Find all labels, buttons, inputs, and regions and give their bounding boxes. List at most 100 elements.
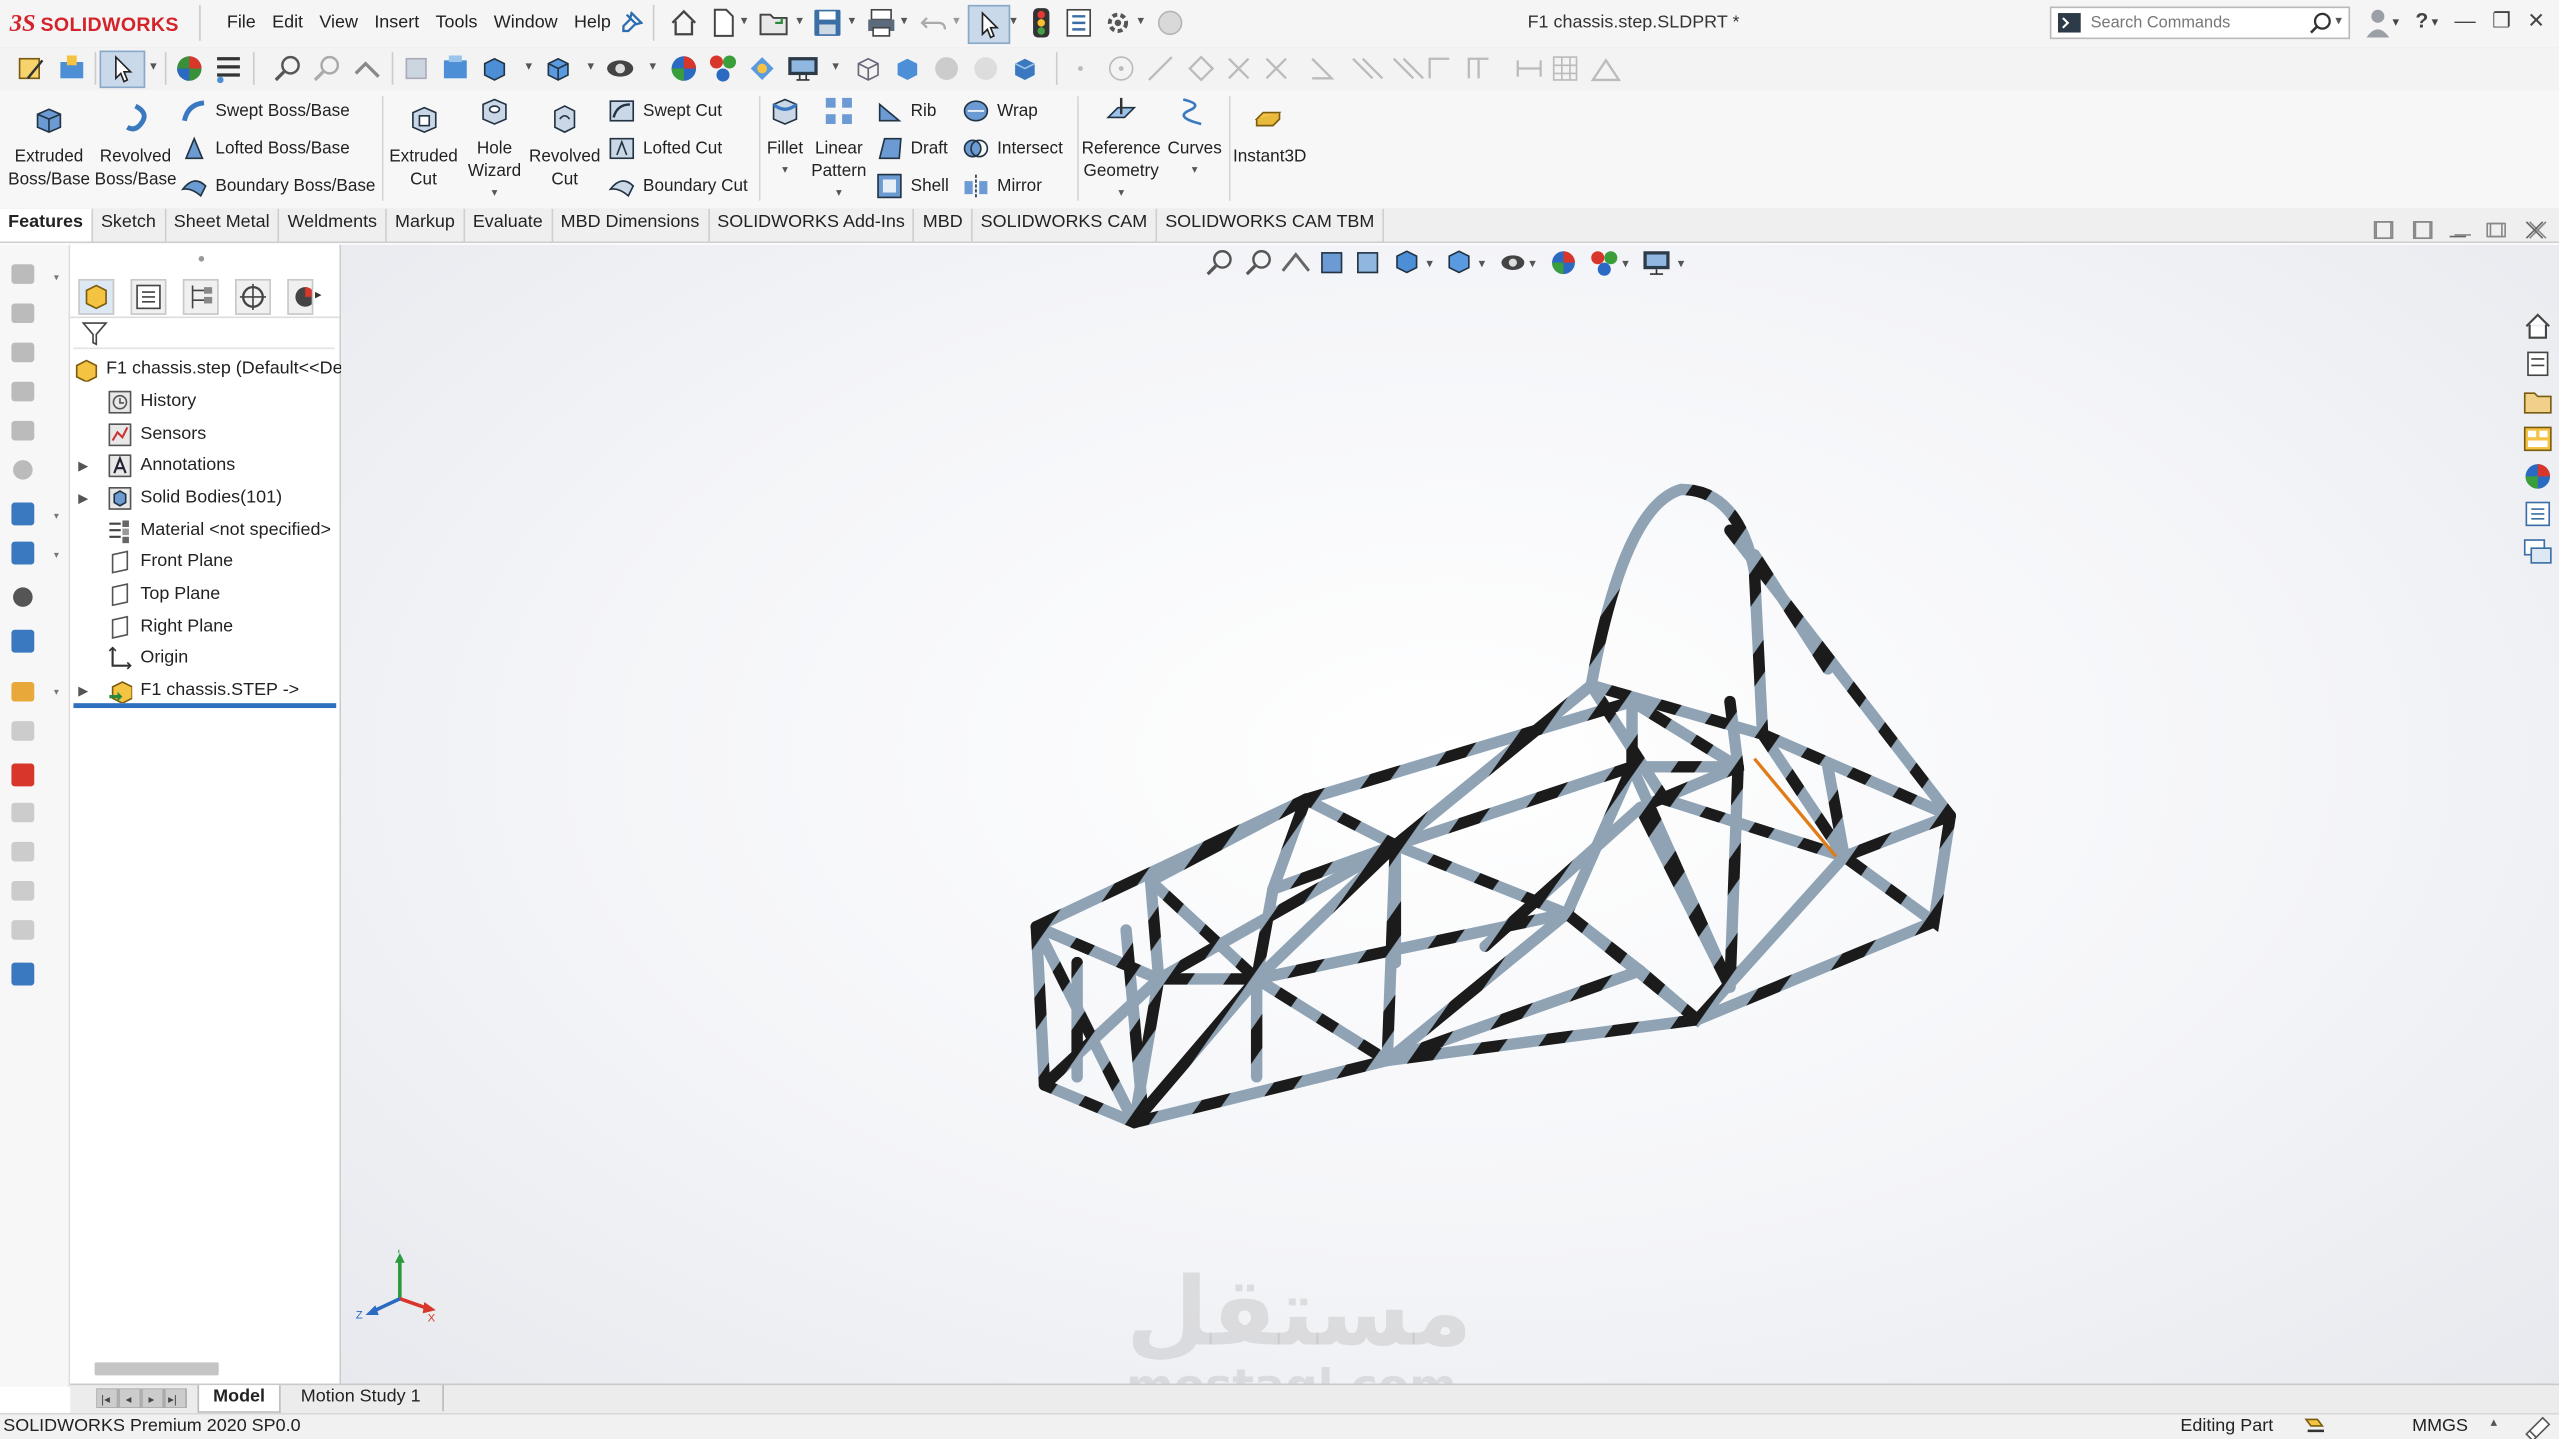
menu-insert[interactable]: Insert xyxy=(366,10,427,36)
pin-icon[interactable] xyxy=(620,11,644,34)
chevron-down-icon[interactable]: ▾ xyxy=(1080,183,1162,206)
curves-button[interactable]: Curves ▾ xyxy=(1165,95,1224,183)
chevron-down-icon[interactable]: ▾ xyxy=(764,160,806,183)
chevron-down-icon[interactable]: ▾ xyxy=(526,59,533,74)
view-orientation-icon[interactable] xyxy=(480,54,509,83)
intersect-button[interactable]: Intersect xyxy=(963,135,1063,161)
file-explorer-icon[interactable] xyxy=(2523,387,2552,416)
tab-mbd-dimensions[interactable]: MBD Dimensions xyxy=(552,208,710,242)
feature-list-icon[interactable] xyxy=(214,54,243,84)
doc-close-icon[interactable] xyxy=(2525,221,2544,239)
boundary-boss-button[interactable]: Boundary Boss/Base xyxy=(181,173,375,199)
restore-icon[interactable]: ❐ xyxy=(2492,8,2511,37)
tab-features[interactable]: Features xyxy=(0,208,93,242)
realview-icon[interactable] xyxy=(747,54,776,83)
file-properties-icon[interactable] xyxy=(1064,8,1093,37)
tree-item-right-plane[interactable]: Right Plane xyxy=(91,612,233,641)
chevron-down-icon[interactable]: ▾ xyxy=(849,13,856,28)
linear-pattern-button[interactable]: Linear Pattern ▾ xyxy=(809,95,868,206)
chevron-down-icon[interactable]: ▾ xyxy=(901,13,908,28)
edit-appearance-icon[interactable] xyxy=(669,54,698,83)
display-manager-tab[interactable] xyxy=(287,278,315,315)
lofted-cut-button[interactable]: Lofted Cut xyxy=(609,135,722,161)
chevron-down-icon[interactable]: ▾ xyxy=(150,59,157,74)
tab-evaluate[interactable]: Evaluate xyxy=(465,208,553,242)
tree-item-front-plane[interactable]: Front Plane xyxy=(91,547,233,576)
extruded-cut-button[interactable]: Extruded Cut xyxy=(387,103,460,191)
shaded-box-icon[interactable] xyxy=(893,54,922,83)
wireframe-box-icon[interactable] xyxy=(854,54,883,83)
unit-system[interactable]: MMGS xyxy=(2412,1416,2468,1436)
tile-left-icon[interactable] xyxy=(2373,221,2392,240)
property-manager-tab[interactable] xyxy=(130,278,167,315)
menu-help[interactable]: Help xyxy=(566,10,619,36)
smart-dimension-icon[interactable] xyxy=(57,54,86,83)
chassis-3d-model[interactable] xyxy=(341,245,2518,1384)
mirror-button[interactable]: Mirror xyxy=(963,173,1042,199)
view-palette-icon[interactable] xyxy=(2523,424,2552,453)
chevron-down-icon[interactable]: ▾ xyxy=(588,59,595,74)
chevron-down-icon[interactable]: ▾ xyxy=(832,59,839,74)
chevron-down-icon[interactable]: ▾ xyxy=(1165,160,1224,183)
fillet-button[interactable]: Fillet ▾ xyxy=(764,95,806,183)
hole-wizard-button[interactable]: Hole Wizard ▾ xyxy=(462,95,527,206)
filter-funnel-icon[interactable] xyxy=(81,320,108,346)
expand-arrow-icon[interactable]: ▶ xyxy=(75,683,91,698)
sketch-icon[interactable] xyxy=(18,54,47,83)
custom-properties-icon[interactable] xyxy=(2523,499,2552,528)
tree-item-material[interactable]: Material <not specified> xyxy=(91,516,331,545)
ambient-sphere-icon[interactable] xyxy=(971,54,1000,83)
tab-solidworks-cam-tbm[interactable]: SOLIDWORKS CAM TBM xyxy=(1157,208,1385,242)
horizontal-scrollbar[interactable] xyxy=(94,1362,219,1376)
reference-geometry-button[interactable]: Reference Geometry ▾ xyxy=(1080,95,1162,206)
configuration-manager-tab[interactable] xyxy=(182,278,219,315)
select-filter-button[interactable] xyxy=(99,50,146,89)
search-commands-box[interactable]: Search Commands ▾ xyxy=(2049,6,2351,40)
tab-solidworks-add-ins[interactable]: SOLIDWORKS Add-Ins xyxy=(709,208,915,242)
doc-restore-icon[interactable] xyxy=(2486,222,2503,238)
rebuild-status-icon[interactable] xyxy=(2301,1415,2330,1439)
menu-view[interactable]: View xyxy=(311,10,366,36)
section-view-icon[interactable] xyxy=(401,54,430,83)
revolved-boss-button[interactable]: Revolved Boss/Base xyxy=(95,103,177,191)
expand-arrow-icon[interactable]: ▶ xyxy=(75,490,91,505)
view-settings-monitor-icon[interactable] xyxy=(787,54,820,83)
hide-show-icon[interactable] xyxy=(605,54,634,83)
rollback-bar[interactable] xyxy=(73,703,337,709)
previous-view-icon[interactable] xyxy=(353,54,382,83)
perspective-box-icon[interactable] xyxy=(1010,54,1039,83)
tab-model[interactable]: Model xyxy=(197,1385,281,1413)
print-icon[interactable] xyxy=(867,8,896,37)
zoom-area-icon[interactable] xyxy=(313,54,342,83)
tree-root-part[interactable]: F1 chassis.step (Default<<De xyxy=(73,354,343,383)
tab-sheet-metal[interactable]: Sheet Metal xyxy=(166,208,280,242)
tab-mbd[interactable]: MBD xyxy=(915,208,973,242)
wrap-button[interactable]: Wrap xyxy=(963,98,1038,124)
new-document-icon[interactable] xyxy=(708,8,737,37)
filter-bar[interactable] xyxy=(73,318,335,350)
instant3d-button[interactable]: Instant3D xyxy=(1232,103,1307,168)
help-icon[interactable]: ? xyxy=(2415,8,2428,37)
dimxpert-tab[interactable] xyxy=(235,278,271,315)
save-icon[interactable] xyxy=(813,8,842,37)
quick-tips-icon[interactable] xyxy=(2523,1415,2552,1439)
tree-item-sensors[interactable]: Sensors xyxy=(91,419,206,448)
search-icon[interactable] xyxy=(2309,11,2332,34)
tree-item-history[interactable]: History xyxy=(91,387,196,416)
expand-arrow-icon[interactable]: ▶ xyxy=(75,458,91,473)
revolved-cut-button[interactable]: Revolved Cut xyxy=(529,103,601,191)
menu-edit[interactable]: Edit xyxy=(264,10,311,36)
select-tool-button[interactable] xyxy=(967,4,1011,45)
feature-tree-tab[interactable] xyxy=(78,278,115,315)
undo-icon[interactable] xyxy=(919,8,948,37)
open-folder-icon[interactable] xyxy=(759,8,792,37)
minimize-icon[interactable]: — xyxy=(2455,8,2476,37)
tree-item-solid-bodies[interactable]: ▶ Solid Bodies(101) xyxy=(75,483,282,512)
display-style-icon[interactable] xyxy=(543,54,572,83)
tab-motion-study-1[interactable]: Motion Study 1 xyxy=(279,1385,444,1412)
chevron-down-icon[interactable]: ▾ xyxy=(462,183,527,206)
tab-markup[interactable]: Markup xyxy=(387,208,465,242)
tree-item-annotations[interactable]: ▶ Annotations xyxy=(75,450,235,479)
swept-cut-button[interactable]: Swept Cut xyxy=(609,98,722,124)
swept-boss-button[interactable]: Swept Boss/Base xyxy=(181,98,350,124)
